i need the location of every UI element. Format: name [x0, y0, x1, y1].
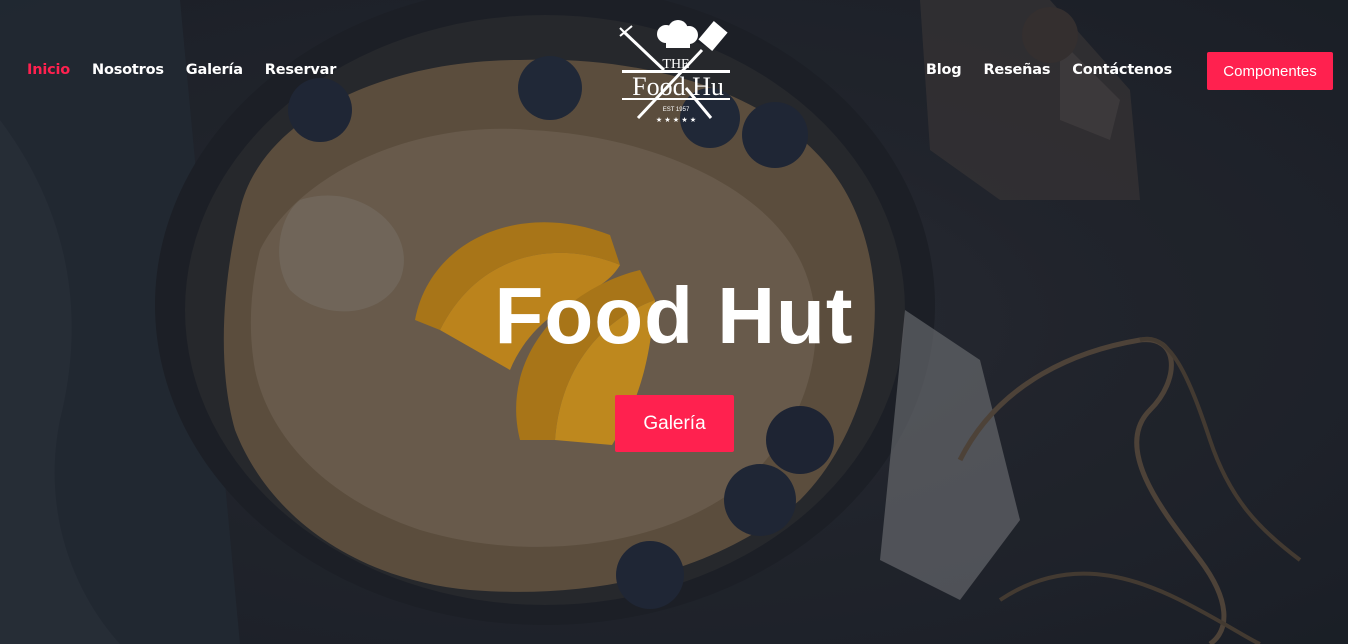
- hero-title: Food Hut: [494, 271, 854, 360]
- nav-link-nosotros[interactable]: Nosotros: [92, 62, 164, 78]
- componentes-button[interactable]: Componentes: [1207, 52, 1333, 90]
- nav-right-group: Blog Reseñas Contáctenos: [926, 62, 1172, 78]
- logo-stars: ★ ★ ★ ★ ★: [656, 116, 696, 124]
- brand-logo[interactable]: THE Food Hu EST 1957 ★ ★ ★ ★ ★: [616, 18, 734, 128]
- nav-link-resenas[interactable]: Reseñas: [983, 62, 1050, 78]
- logo-top-text: THE: [662, 57, 689, 72]
- nav-link-blog[interactable]: Blog: [926, 62, 962, 78]
- logo-est: EST 1957: [663, 107, 690, 113]
- nav-link-contactenos[interactable]: Contáctenos: [1072, 62, 1172, 78]
- nav-left-group: Inicio Nosotros Galería Reservar: [27, 62, 336, 78]
- galeria-button[interactable]: Galería: [615, 395, 734, 452]
- nav-link-inicio[interactable]: Inicio: [27, 62, 70, 78]
- main-navbar: Inicio Nosotros Galería Reservar THE Foo…: [0, 0, 1348, 145]
- chef-hat-icon: [657, 20, 698, 48]
- logo-name: Food Hu: [632, 72, 724, 101]
- nav-link-galeria[interactable]: Galería: [186, 62, 243, 78]
- nav-link-reservar[interactable]: Reservar: [265, 62, 337, 78]
